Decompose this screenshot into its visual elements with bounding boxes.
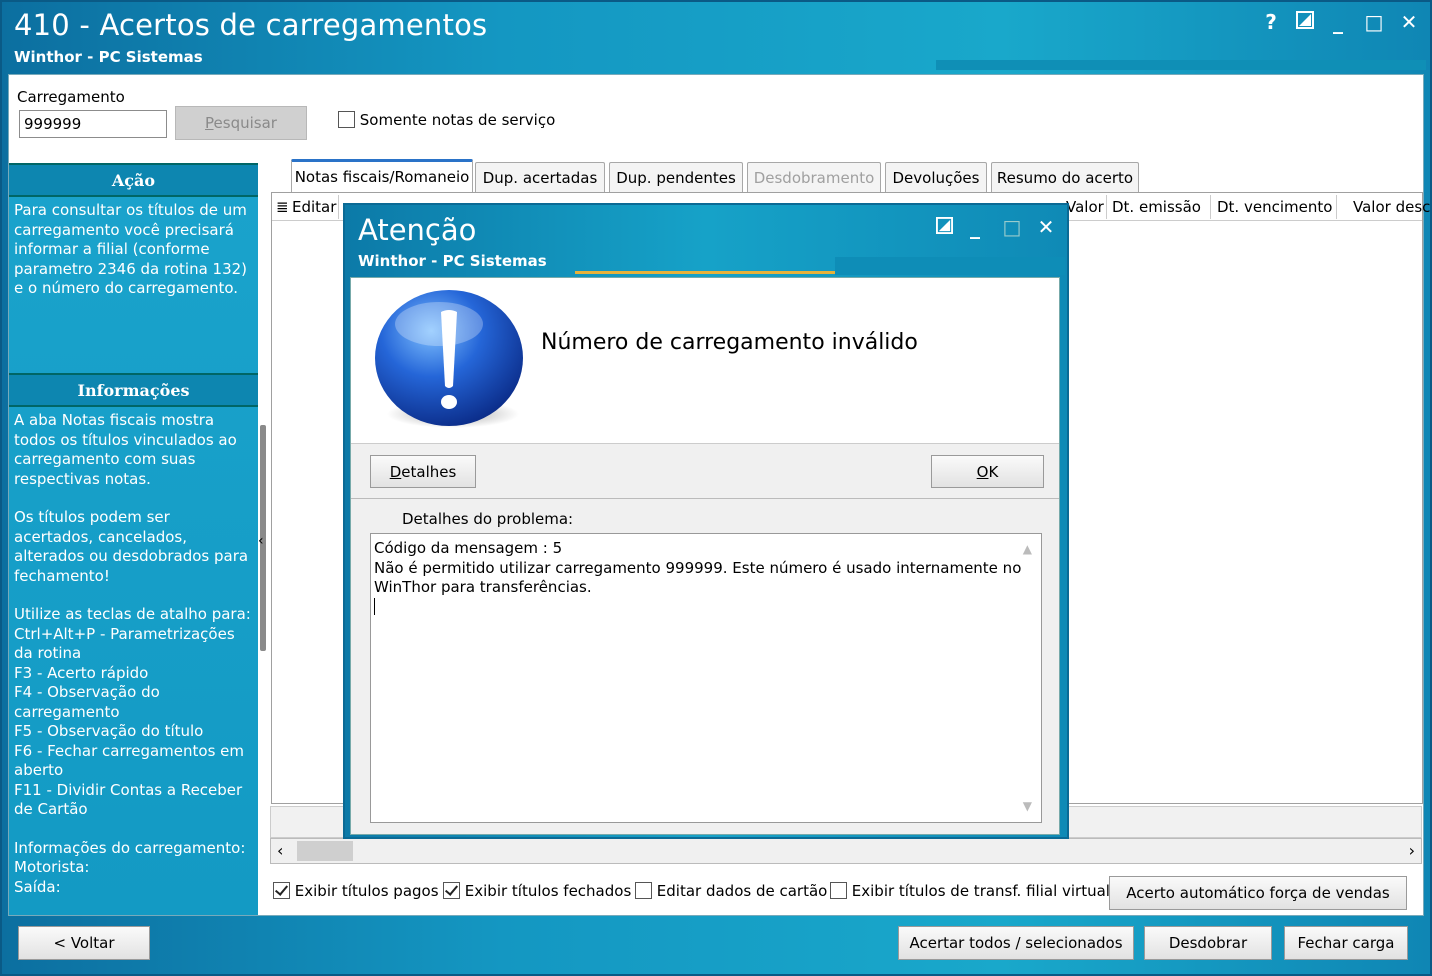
dialog-maximize-icon: □ (1002, 215, 1022, 239)
dialog-subtitle: Winthor - PC Sistemas (358, 252, 547, 270)
acao-header: Ação (9, 163, 258, 197)
scroll-down-icon[interactable]: ▼ (1023, 797, 1032, 817)
informacoes-header: Informações (9, 373, 258, 407)
voltar-button[interactable]: < Voltar (18, 926, 150, 960)
detalhes-label: etalhes (401, 463, 457, 481)
pesquisar-accel: P (205, 114, 214, 132)
checkbox-box[interactable] (338, 111, 355, 128)
exibir-fechados-checkbox[interactable]: Exibir títulos fechados (443, 882, 631, 900)
window-subtitle: Winthor - PC Sistemas (14, 48, 203, 66)
tab-dup-acertadas[interactable]: Dup. acertadas (475, 162, 605, 192)
info-paragraph-2: Os títulos podem ser acertados, cancelad… (14, 508, 249, 585)
ok-accel: O (976, 463, 989, 481)
shortcuts-title: Utilize as teclas de atalho para: (14, 605, 251, 623)
atencao-dialog: Atenção Winthor - PC Sistemas _ □ ✕ Núme… (343, 203, 1069, 839)
tab-devolucoes[interactable]: Devoluções (885, 162, 987, 192)
title-accent-bar (936, 60, 1426, 70)
window-title: 410 - Acertos de carregamentos (14, 8, 488, 42)
editar-cartao-checkbox[interactable]: Editar dados de cartão (635, 882, 827, 900)
collapse-left-icon[interactable]: ‹ (258, 533, 264, 549)
tab-notas-fiscais[interactable]: Notas fiscais/Romaneio (291, 159, 473, 192)
dialog-title-accent (835, 257, 1065, 275)
shortcut-item: F5 - Observação do título (14, 722, 204, 740)
tab-resumo-acerto[interactable]: Resumo do acerto (991, 162, 1139, 192)
motorista-label: Motorista: (14, 858, 90, 876)
column-editar[interactable]: Editar (292, 198, 336, 216)
column-valor[interactable]: Valor (1066, 198, 1104, 216)
column-valor-desc[interactable]: Valor desc (1353, 198, 1430, 216)
scroll-left-icon[interactable]: ‹ (277, 841, 283, 860)
exibir-transf-checkbox[interactable]: Exibir títulos de transf. filial virtual (830, 882, 1110, 900)
dialog-restore-edit-icon[interactable] (932, 215, 956, 239)
acertar-todos-button[interactable]: Acertar todos / selecionados (898, 926, 1134, 960)
text-caret (374, 597, 375, 615)
detalhes-problema-label: Detalhes do problema: (402, 510, 574, 528)
detalhes-textarea[interactable]: Código da mensagem : 5 Não é permitido u… (370, 533, 1042, 823)
dialog-message: Número de carregamento inválido (541, 330, 918, 355)
dialog-message-area: Número de carregamento inválido (351, 278, 1059, 444)
ok-button[interactable]: OK (931, 455, 1044, 488)
editar-cartao-label: Editar dados de cartão (656, 882, 828, 900)
details-line: Código da mensagem : 5 (374, 539, 563, 557)
grid-menu-icon[interactable]: ≣ (276, 198, 289, 216)
somente-servico-checkbox[interactable]: Somente notas de serviço (338, 111, 555, 129)
dialog-close-icon[interactable]: ✕ (1034, 215, 1058, 239)
details-line: WinThor para transferências. (374, 578, 592, 596)
carregamento-input[interactable] (19, 110, 167, 138)
carregamento-label: Carregamento (17, 88, 125, 106)
checkbox-unchecked[interactable] (635, 882, 652, 899)
dialog-minimize-icon[interactable]: _ (963, 215, 987, 239)
tab-desdobramento[interactable]: Desdobramento (747, 162, 881, 192)
main-window: 410 - Acertos de carregamentos Winthor -… (0, 0, 1432, 976)
scroll-up-icon[interactable]: ▲ (1023, 540, 1032, 560)
shortcut-item: Ctrl+Alt+P - Parametrizações da rotina (14, 624, 235, 663)
detalhes-accel: D (389, 463, 402, 481)
dialog-separator (351, 498, 1059, 499)
acerto-automatico-button[interactable]: Acerto automático força de vendas (1109, 876, 1407, 910)
details-scrollbar[interactable]: ▲ ▼ (1011, 534, 1041, 822)
shortcut-item: F6 - Fechar carregamentos em aberto (14, 741, 244, 780)
shortcut-item: F3 - Acerto rápido (14, 663, 149, 682)
somente-servico-label: Somente notas de serviço (359, 111, 556, 129)
scroll-right-icon[interactable]: › (1409, 841, 1415, 860)
carga-info-title: Informações do carregamento: (14, 838, 246, 857)
exibir-pagos-label: Exibir títulos pagos (294, 882, 439, 900)
minimize-icon[interactable]: _ (1325, 10, 1351, 34)
shortcut-item: F11 - Dividir Contas a Receber de Cartão (14, 780, 243, 819)
details-line: Não é permitido utilizar carregamento 99… (374, 558, 1022, 577)
ok-label: K (988, 463, 999, 481)
desdobrar-button[interactable]: Desdobrar (1144, 926, 1272, 960)
close-icon[interactable]: ✕ (1396, 10, 1422, 34)
fechar-carga-button[interactable]: Fechar carga (1284, 926, 1408, 960)
pesquisar-button[interactable]: Pesquisar (175, 106, 307, 140)
scroll-thumb[interactable] (297, 841, 353, 861)
maximize-icon[interactable]: □ (1361, 10, 1387, 34)
exibir-pagos-checkbox[interactable]: Exibir títulos pagos (273, 882, 439, 900)
dialog-title: Atenção (358, 213, 477, 247)
horizontal-scrollbar[interactable]: ‹ › (270, 838, 1422, 864)
pesquisar-label: esquisar (213, 114, 277, 132)
shortcut-item: F4 - Observação do carregamento (14, 683, 160, 721)
restore-edit-icon[interactable] (1292, 10, 1318, 34)
saida-label: Saída: (14, 877, 61, 896)
checkbox-checked[interactable] (443, 882, 460, 899)
exibir-fechados-label: Exibir títulos fechados (464, 882, 632, 900)
panel-splitter[interactable]: ‹ (258, 163, 270, 915)
dialog-title-underline (575, 271, 835, 274)
detalhes-button[interactable]: Detalhes (370, 455, 476, 488)
column-dt-emissao[interactable]: Dt. emissão (1112, 198, 1201, 216)
exclamation-icon (375, 290, 523, 428)
checkbox-unchecked[interactable] (830, 882, 847, 899)
acao-text: Para consultar os títulos de um carregam… (14, 201, 248, 297)
left-info-panel: Ação Para consultar os títulos de um car… (9, 163, 258, 915)
checkbox-checked[interactable] (273, 882, 290, 899)
info-paragraph-1: A aba Notas fiscais mostra todos os títu… (14, 411, 237, 488)
tab-strip: Notas fiscais/Romaneio Dup. acertadas Du… (271, 159, 1423, 192)
dialog-body: Número de carregamento inválido Detalhes… (350, 277, 1060, 835)
help-icon[interactable]: ? (1258, 10, 1284, 34)
exibir-transf-label: Exibir títulos de transf. filial virtual (851, 882, 1110, 900)
column-dt-vencimento[interactable]: Dt. vencimento (1217, 198, 1332, 216)
informacoes-body: A aba Notas fiscais mostra todos os títu… (9, 407, 258, 901)
tab-dup-pendentes[interactable]: Dup. pendentes (609, 162, 743, 192)
